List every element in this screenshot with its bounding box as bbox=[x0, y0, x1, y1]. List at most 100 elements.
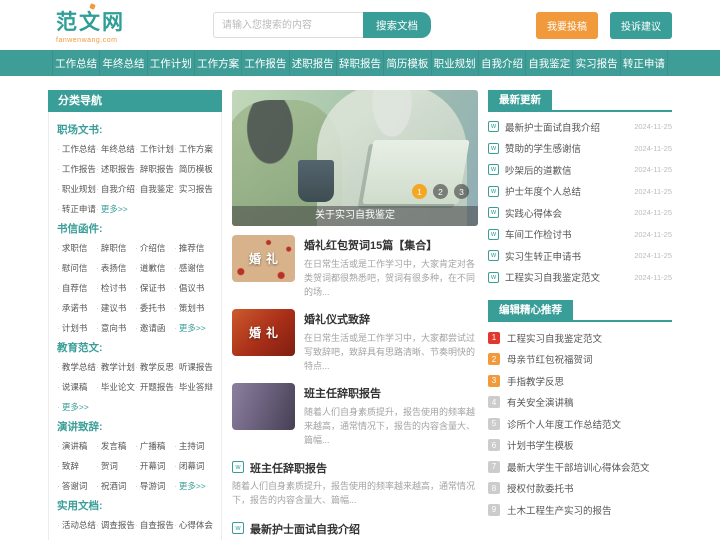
sidebar-category-link[interactable]: 说课稿 bbox=[57, 381, 96, 393]
sidebar-category-link[interactable]: 辞职报告 bbox=[135, 163, 174, 175]
sidebar-more-link[interactable]: 更多>> bbox=[174, 480, 213, 492]
carousel-page-dot[interactable]: 2 bbox=[433, 184, 448, 199]
nav-item[interactable]: 转正申请 bbox=[621, 50, 669, 76]
nav-item[interactable]: 自我介绍 bbox=[479, 50, 527, 76]
carousel[interactable]: 123 关于实习自我鉴定 bbox=[232, 90, 478, 226]
sidebar-category-link[interactable]: 祝酒词 bbox=[96, 480, 135, 492]
nav-item[interactable]: 工作计划 bbox=[148, 50, 195, 76]
sidebar-category-link[interactable]: 职业规划 bbox=[57, 183, 96, 195]
sidebar-category-link[interactable]: 发言稿 bbox=[96, 440, 135, 452]
article-item[interactable]: 班主任辞职报告 随着人们自身素质提升，报告使用的频率越来越高，通常情况下，报告的内… bbox=[232, 382, 478, 448]
sidebar-category-link[interactable]: 教学计划 bbox=[96, 361, 135, 373]
carousel-page-dot[interactable]: 1 bbox=[412, 184, 427, 199]
sidebar-category-link[interactable]: 简历模板 bbox=[174, 163, 213, 175]
sidebar-category-link[interactable]: 自荐信 bbox=[57, 282, 96, 294]
latest-update-title[interactable]: 护士年度个人总结 bbox=[505, 184, 628, 198]
sidebar-category-link[interactable]: 意向书 bbox=[96, 322, 135, 334]
sidebar-category-link[interactable]: 道歉信 bbox=[135, 262, 174, 274]
recommend-item[interactable]: 2 母亲节红包祝福贺词 bbox=[488, 349, 672, 371]
sidebar-category-link[interactable]: 开幕词 bbox=[135, 460, 174, 472]
sidebar-category-link[interactable]: 保证书 bbox=[135, 282, 174, 294]
nav-item[interactable]: 实习报告 bbox=[573, 50, 621, 76]
sidebar-category-link[interactable]: 活动总结 bbox=[57, 519, 96, 531]
tab-editor-recommend[interactable]: 编辑精心推荐 bbox=[488, 300, 573, 320]
sidebar-category-link[interactable]: 自查报告 bbox=[135, 519, 174, 531]
recommend-title[interactable]: 最新大学生干部培训心得体会范文 bbox=[507, 460, 650, 474]
sidebar-category-link[interactable]: 表扬信 bbox=[96, 262, 135, 274]
search-button[interactable]: 搜索文档 bbox=[363, 12, 431, 38]
sidebar-category-link[interactable]: 介绍信 bbox=[135, 242, 174, 254]
sidebar-category-link[interactable]: 工作计划 bbox=[135, 143, 174, 155]
sidebar-category-link[interactable]: 自我鉴定 bbox=[135, 183, 174, 195]
latest-update-title[interactable]: 最新护士面试自我介绍 bbox=[505, 120, 628, 134]
latest-update-item[interactable]: w 护士年度个人总结 2024-11-25 bbox=[488, 181, 672, 203]
sidebar-category-link[interactable]: 建议书 bbox=[96, 302, 135, 314]
nav-item[interactable]: 职业规划 bbox=[432, 50, 479, 76]
recommend-item[interactable]: 4 有关安全演讲稿 bbox=[488, 392, 672, 414]
tab-latest-updates[interactable]: 最新更新 bbox=[488, 90, 552, 110]
sidebar-category-link[interactable]: 推荐信 bbox=[174, 242, 213, 254]
sidebar-category-link[interactable]: 致辞 bbox=[57, 460, 96, 472]
sidebar-more-link[interactable]: 更多>> bbox=[174, 322, 213, 334]
recommend-title[interactable]: 土木工程生产实习的报告 bbox=[507, 503, 612, 517]
recommend-item[interactable]: 7 最新大学生干部培训心得体会范文 bbox=[488, 456, 672, 478]
article-title[interactable]: 班主任辞职报告 bbox=[250, 460, 327, 476]
recommend-title[interactable]: 手指教学反思 bbox=[507, 374, 564, 388]
sidebar-category-link[interactable]: 工作总结 bbox=[57, 143, 96, 155]
nav-item[interactable]: 年终总结 bbox=[100, 50, 148, 76]
article-title[interactable]: 婚礼红包贺词15篇【集合】 bbox=[304, 237, 478, 253]
sidebar-category-link[interactable]: 教学反思 bbox=[135, 361, 174, 373]
nav-item[interactable]: 工作总结 bbox=[52, 50, 101, 76]
sidebar-category-link[interactable]: 策划书 bbox=[174, 302, 213, 314]
nav-item[interactable]: 工作方案 bbox=[195, 50, 243, 76]
sidebar-category-link[interactable]: 广播稿 bbox=[135, 440, 174, 452]
recommend-title[interactable]: 计划书学生模板 bbox=[507, 438, 574, 452]
latest-update-item[interactable]: w 最新护士面试自我介绍 2024-11-25 bbox=[488, 116, 672, 138]
sidebar-category-link[interactable]: 开题报告 bbox=[135, 381, 174, 393]
latest-update-title[interactable]: 工程实习自我鉴定范文 bbox=[505, 270, 628, 284]
latest-update-item[interactable]: w 工程实习自我鉴定范文 2024-11-25 bbox=[488, 267, 672, 289]
latest-update-item[interactable]: w 赞助的学生感谢信 2024-11-25 bbox=[488, 138, 672, 160]
latest-update-item[interactable]: w 实习生转正申请书 2024-11-25 bbox=[488, 245, 672, 267]
sidebar-category-link[interactable]: 求职信 bbox=[57, 242, 96, 254]
sidebar-category-link[interactable]: 感谢信 bbox=[174, 262, 213, 274]
latest-update-item[interactable]: w 吵架后的道歉信 2024-11-25 bbox=[488, 159, 672, 181]
article-title[interactable]: 婚礼仪式致辞 bbox=[304, 311, 478, 327]
carousel-page-dot[interactable]: 3 bbox=[454, 184, 469, 199]
latest-update-title[interactable]: 吵架后的道歉信 bbox=[505, 163, 628, 177]
recommend-title[interactable]: 授权付款委托书 bbox=[507, 481, 574, 495]
sidebar-category-link[interactable]: 调查报告 bbox=[96, 519, 135, 531]
latest-update-title[interactable]: 赞助的学生感谢信 bbox=[505, 141, 628, 155]
sidebar-category-link[interactable]: 主持词 bbox=[174, 440, 213, 452]
sidebar-category-link[interactable]: 工作方案 bbox=[174, 143, 213, 155]
recommend-item[interactable]: 1 工程实习自我鉴定范文 bbox=[488, 327, 672, 349]
sidebar-category-link[interactable]: 心得体会 bbox=[174, 519, 213, 531]
sidebar-category-link[interactable]: 毕业答辩 bbox=[174, 381, 213, 393]
article-item[interactable]: 婚礼 婚礼仪式致辞 在日常生活或是工作学习中，大家都尝试过写致辞吧，致辞具有思路清晰… bbox=[232, 308, 478, 374]
recommend-title[interactable]: 诊所个人年度工作总结范文 bbox=[507, 417, 621, 431]
article-item[interactable]: w最新护士面试自我介绍来到一个完全陌生的环境，常常需要我们进行自我介绍，自我介绍… bbox=[232, 519, 478, 540]
sidebar-category-link[interactable]: 答谢词 bbox=[57, 480, 96, 492]
sidebar-category-link[interactable]: 委托书 bbox=[135, 302, 174, 314]
recommend-title[interactable]: 有关安全演讲稿 bbox=[507, 395, 574, 409]
sidebar-category-link[interactable]: 辞职信 bbox=[96, 242, 135, 254]
sidebar-category-link[interactable]: 闭幕词 bbox=[174, 460, 213, 472]
recommend-title[interactable]: 母亲节红包祝福贺词 bbox=[507, 352, 593, 366]
sidebar-category-link[interactable]: 教学总结 bbox=[57, 361, 96, 373]
article-title[interactable]: 班主任辞职报告 bbox=[304, 385, 478, 401]
sidebar-category-link[interactable]: 年终总结 bbox=[96, 143, 135, 155]
sidebar-category-link[interactable]: 述职报告 bbox=[96, 163, 135, 175]
recommend-item[interactable]: 3 手指教学反思 bbox=[488, 370, 672, 392]
sidebar-category-link[interactable]: 计划书 bbox=[57, 322, 96, 334]
sidebar-category-link[interactable]: 承诺书 bbox=[57, 302, 96, 314]
latest-update-item[interactable]: w 实践心得体会 2024-11-25 bbox=[488, 202, 672, 224]
sidebar-category-link[interactable]: 贺词 bbox=[96, 460, 135, 472]
sidebar-category-link[interactable]: 毕业论文 bbox=[96, 381, 135, 393]
nav-item[interactable]: 述职报告 bbox=[290, 50, 337, 76]
sidebar-category-link[interactable]: 倡议书 bbox=[174, 282, 213, 294]
recommend-item[interactable]: 8 授权付款委托书 bbox=[488, 478, 672, 500]
recommend-item[interactable]: 5 诊所个人年度工作总结范文 bbox=[488, 413, 672, 435]
sidebar-category-link[interactable]: 导游词 bbox=[135, 480, 174, 492]
latest-update-title[interactable]: 实习生转正申请书 bbox=[505, 249, 628, 263]
sidebar-category-link[interactable]: 演讲稿 bbox=[57, 440, 96, 452]
